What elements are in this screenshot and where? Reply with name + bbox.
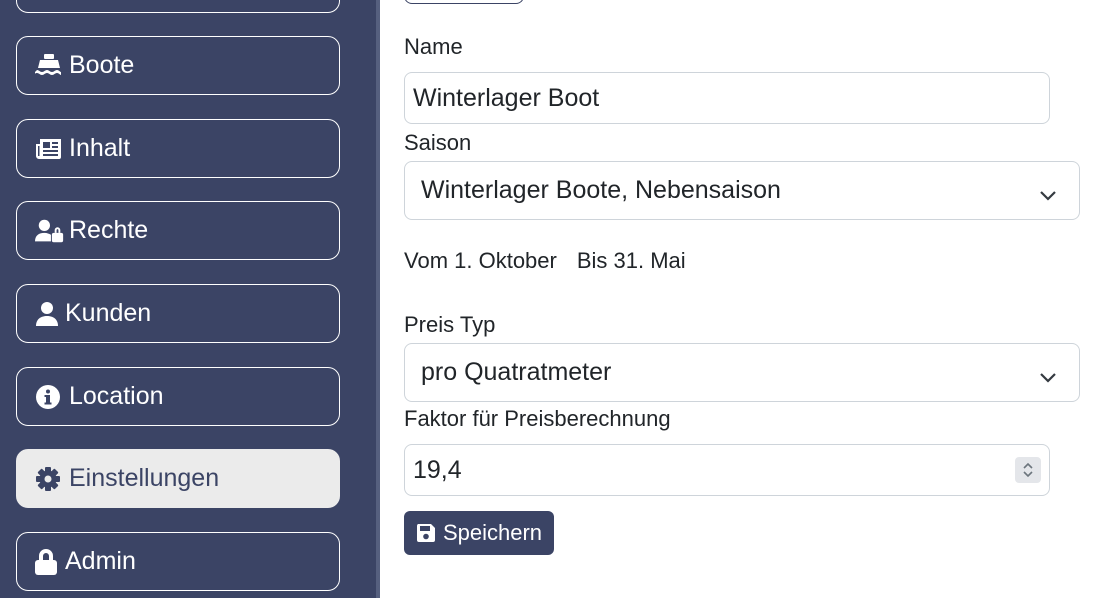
chevron-down-icon	[1039, 364, 1057, 383]
sidebar-item-inhalt[interactable]: Inhalt	[16, 119, 340, 178]
ship-icon	[35, 52, 65, 80]
season-select[interactable]: Winterlager Boote, Nebensaison	[404, 161, 1080, 220]
info-circle-icon	[35, 383, 65, 411]
user-lock-icon	[35, 217, 65, 245]
save-button[interactable]: Speichern	[404, 511, 554, 555]
price-type-select[interactable]: pro Quatratmeter	[404, 343, 1080, 402]
sidebar-item-boote[interactable]: Boote	[16, 36, 340, 95]
factor-number-input[interactable]: 19,4	[404, 444, 1050, 496]
sidebar-item-location[interactable]: Location	[16, 367, 340, 426]
number-spinner[interactable]	[1015, 457, 1041, 483]
sidebar-item-admin[interactable]: Admin	[16, 532, 340, 591]
sidebar-item-kunden[interactable]: Kunden	[16, 284, 340, 343]
user-icon	[35, 300, 61, 328]
chevron-down-icon	[1039, 182, 1057, 201]
sidebar-item-rechte[interactable]: Rechte	[16, 201, 340, 260]
lock-icon	[35, 548, 61, 576]
sidebar-item-label: Location	[69, 382, 164, 410]
name-input[interactable]: Winterlager Boot	[404, 72, 1050, 124]
season-label: Saison	[404, 130, 472, 155]
season-range: Vom 1. Oktober Bis 31. Mai	[404, 248, 686, 274]
sidebar-item-label: Admin	[65, 547, 136, 575]
sidebar-item-einstellungen[interactable]: Einstellungen	[16, 449, 340, 508]
save-button-label: Speichern	[442, 520, 543, 545]
save-icon	[416, 522, 438, 544]
spinner-arrows-icon	[1023, 462, 1033, 478]
season-to: Bis 31. Mai	[576, 248, 686, 273]
sidebar: Boote Inhalt Rechte Kunden Location Eins…	[0, 0, 380, 598]
price-type-select-value: pro Quatratmeter	[421, 358, 612, 386]
factor-value: 19,4	[413, 455, 462, 484]
sidebar-item-label: Rechte	[69, 216, 149, 244]
sidebar-item-label: Inhalt	[69, 134, 131, 162]
newspaper-icon	[35, 135, 65, 163]
price-type-label: Preis Typ	[404, 312, 496, 337]
sidebar-item-label: Boote	[69, 51, 135, 79]
name-label: Name	[404, 34, 463, 59]
gear-icon	[35, 465, 65, 493]
top-button-edge[interactable]	[404, 0, 524, 4]
sidebar-item-label: Einstellungen	[69, 464, 220, 492]
season-select-value: Winterlager Boote, Nebensaison	[421, 176, 781, 204]
season-from: Vom 1. Oktober	[404, 248, 557, 273]
factor-label: Faktor für Preisberechnung	[404, 406, 671, 431]
sidebar-item-hidden[interactable]	[16, 0, 340, 13]
sidebar-item-label: Kunden	[65, 299, 152, 327]
settings-form: Name Winterlager Boot Saison Winterlager…	[380, 0, 1104, 598]
